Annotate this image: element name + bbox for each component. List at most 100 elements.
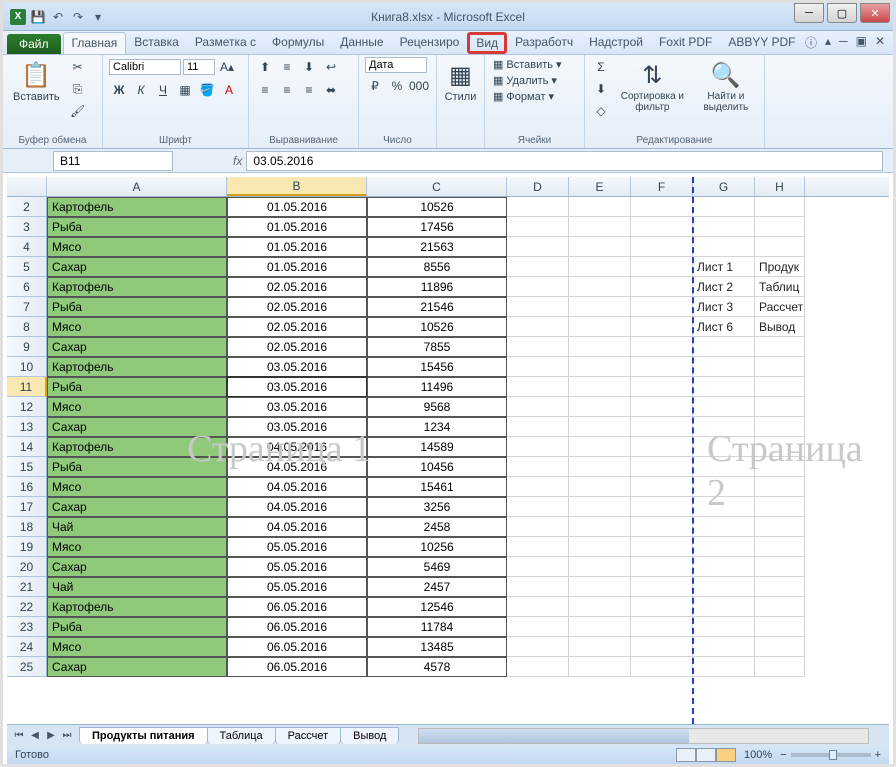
- cell-H5[interactable]: Продук: [755, 257, 805, 277]
- cell-A12[interactable]: Мясо: [47, 397, 227, 417]
- cell-B17[interactable]: 04.05.2016: [227, 497, 367, 517]
- zoom-slider[interactable]: [791, 753, 871, 757]
- column-header-E[interactable]: E: [569, 177, 631, 196]
- cell-E16[interactable]: [569, 477, 631, 497]
- fill-color-icon[interactable]: 🪣: [197, 80, 217, 100]
- cell-H25[interactable]: [755, 657, 805, 677]
- cell-C12[interactable]: 9568: [367, 397, 507, 417]
- insert-cells-button[interactable]: ▦ Вставить ▾: [491, 57, 564, 72]
- cell-A19[interactable]: Мясо: [47, 537, 227, 557]
- ribbon-tab-разработч[interactable]: Разработч: [507, 32, 581, 54]
- cell-F6[interactable]: [631, 277, 693, 297]
- cell-E10[interactable]: [569, 357, 631, 377]
- paste-button[interactable]: 📋 Вставить: [9, 57, 64, 105]
- cell-H18[interactable]: [755, 517, 805, 537]
- comma-icon[interactable]: 000: [409, 76, 429, 96]
- row-header[interactable]: 13: [7, 417, 47, 437]
- help-icon[interactable]: ⓘ: [805, 34, 817, 51]
- align-bottom-icon[interactable]: ⬇: [299, 57, 319, 77]
- cell-G21[interactable]: [693, 577, 755, 597]
- mdi-close-icon[interactable]: ✕: [875, 34, 885, 51]
- ribbon-tab-abbyy pdf[interactable]: ABBYY PDF: [720, 32, 803, 54]
- cell-B9[interactable]: 02.05.2016: [227, 337, 367, 357]
- mdi-minimize-icon[interactable]: ─: [839, 34, 848, 51]
- cell-A18[interactable]: Чай: [47, 517, 227, 537]
- italic-icon[interactable]: К: [131, 80, 151, 100]
- row-header[interactable]: 6: [7, 277, 47, 297]
- underline-icon[interactable]: Ч: [153, 80, 173, 100]
- cell-G11[interactable]: [693, 377, 755, 397]
- cell-B19[interactable]: 05.05.2016: [227, 537, 367, 557]
- cell-G24[interactable]: [693, 637, 755, 657]
- cell-H2[interactable]: [755, 197, 805, 217]
- normal-view-button[interactable]: [676, 748, 696, 762]
- cell-G3[interactable]: [693, 217, 755, 237]
- cell-B24[interactable]: 06.05.2016: [227, 637, 367, 657]
- ribbon-tab-данные[interactable]: Данные: [332, 32, 391, 54]
- cell-C20[interactable]: 5469: [367, 557, 507, 577]
- cell-F22[interactable]: [631, 597, 693, 617]
- cell-C13[interactable]: 1234: [367, 417, 507, 437]
- cell-H8[interactable]: Вывод: [755, 317, 805, 337]
- undo-icon[interactable]: ↶: [49, 8, 67, 26]
- cell-G16[interactable]: [693, 477, 755, 497]
- cell-D6[interactable]: [507, 277, 569, 297]
- cell-C2[interactable]: 10526: [367, 197, 507, 217]
- cell-D21[interactable]: [507, 577, 569, 597]
- cell-E20[interactable]: [569, 557, 631, 577]
- cell-D12[interactable]: [507, 397, 569, 417]
- cell-D16[interactable]: [507, 477, 569, 497]
- cell-H3[interactable]: [755, 217, 805, 237]
- cell-E3[interactable]: [569, 217, 631, 237]
- styles-button[interactable]: ▦ Стили: [443, 57, 478, 105]
- cell-A15[interactable]: Рыба: [47, 457, 227, 477]
- font-name-select[interactable]: Calibri: [109, 59, 181, 75]
- cell-B14[interactable]: 04.05.2016: [227, 437, 367, 457]
- cell-C5[interactable]: 8556: [367, 257, 507, 277]
- sheet-nav-next-icon[interactable]: ▶: [43, 728, 59, 744]
- cell-B6[interactable]: 02.05.2016: [227, 277, 367, 297]
- row-header[interactable]: 23: [7, 617, 47, 637]
- percent-icon[interactable]: %: [387, 76, 407, 96]
- row-header[interactable]: 17: [7, 497, 47, 517]
- cell-E19[interactable]: [569, 537, 631, 557]
- find-select-button[interactable]: 🔍 Найти и выделить: [694, 57, 758, 115]
- cell-B15[interactable]: 04.05.2016: [227, 457, 367, 477]
- ribbon-tab-главная[interactable]: Главная: [63, 32, 127, 54]
- sheet-tab[interactable]: Таблица: [207, 727, 276, 744]
- cell-C25[interactable]: 4578: [367, 657, 507, 677]
- cell-C19[interactable]: 10256: [367, 537, 507, 557]
- cell-G9[interactable]: [693, 337, 755, 357]
- cell-D13[interactable]: [507, 417, 569, 437]
- cell-G14[interactable]: [693, 437, 755, 457]
- cell-D5[interactable]: [507, 257, 569, 277]
- cell-C23[interactable]: 11784: [367, 617, 507, 637]
- cell-G19[interactable]: [693, 537, 755, 557]
- format-painter-icon[interactable]: 🖌: [68, 101, 88, 121]
- border-icon[interactable]: ▦: [175, 80, 195, 100]
- cell-G23[interactable]: [693, 617, 755, 637]
- cell-C14[interactable]: 14589: [367, 437, 507, 457]
- cell-G13[interactable]: [693, 417, 755, 437]
- column-header-C[interactable]: C: [367, 177, 507, 196]
- cell-F16[interactable]: [631, 477, 693, 497]
- cell-F17[interactable]: [631, 497, 693, 517]
- cell-B12[interactable]: 03.05.2016: [227, 397, 367, 417]
- cell-A5[interactable]: Сахар: [47, 257, 227, 277]
- sheet-tab-active[interactable]: Продукты питания: [79, 727, 208, 744]
- cell-H6[interactable]: Таблиц: [755, 277, 805, 297]
- cell-E22[interactable]: [569, 597, 631, 617]
- cell-E17[interactable]: [569, 497, 631, 517]
- cell-F13[interactable]: [631, 417, 693, 437]
- cell-B13[interactable]: 03.05.2016: [227, 417, 367, 437]
- cell-B16[interactable]: 04.05.2016: [227, 477, 367, 497]
- cell-G15[interactable]: [693, 457, 755, 477]
- cell-G7[interactable]: Лист 3: [693, 297, 755, 317]
- cell-A8[interactable]: Мясо: [47, 317, 227, 337]
- number-format-select[interactable]: Дата: [365, 57, 427, 73]
- cell-G5[interactable]: Лист 1: [693, 257, 755, 277]
- cell-G18[interactable]: [693, 517, 755, 537]
- column-header-D[interactable]: D: [507, 177, 569, 196]
- ribbon-tab-foxit pdf[interactable]: Foxit PDF: [651, 32, 720, 54]
- cell-A25[interactable]: Сахар: [47, 657, 227, 677]
